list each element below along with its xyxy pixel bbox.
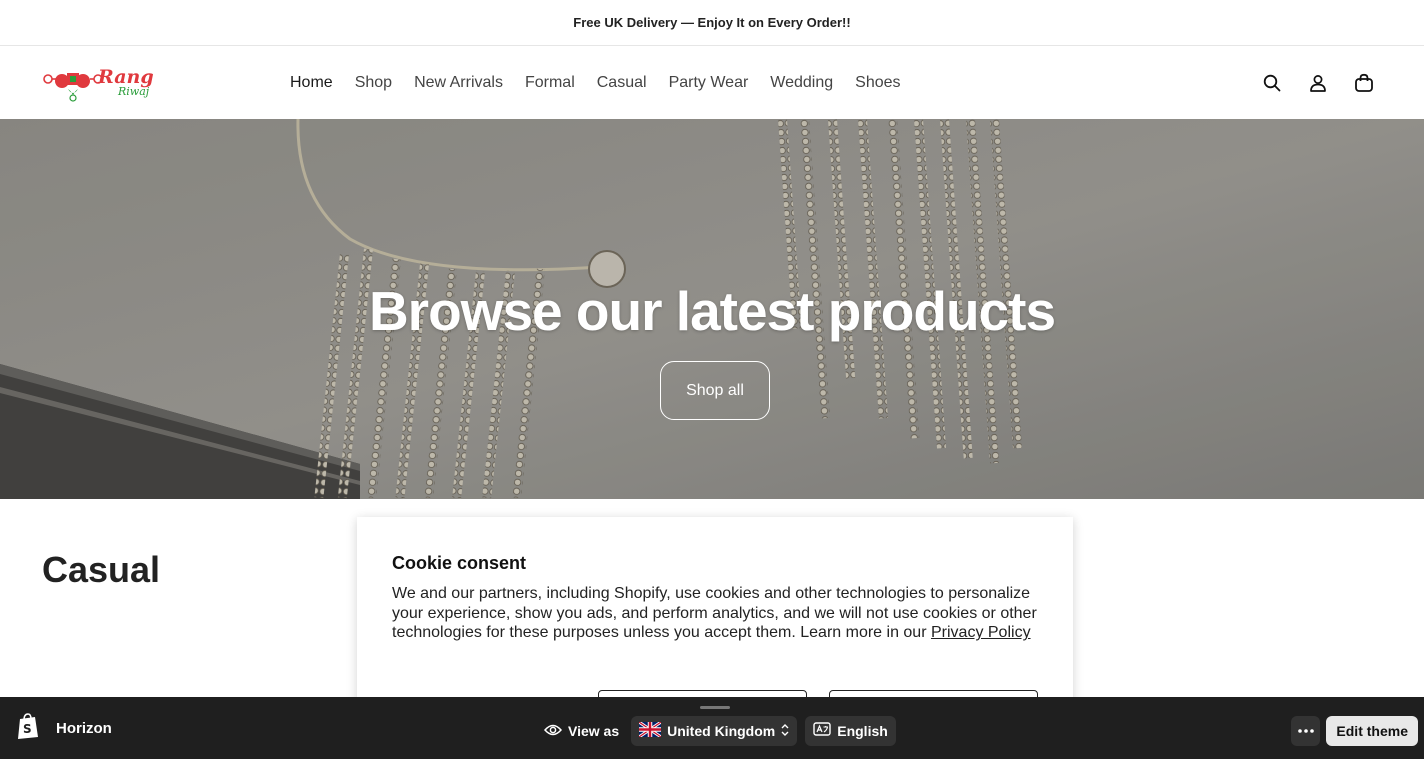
announcement-text: Free UK Delivery — Enjoy It on Every Ord… — [573, 15, 851, 30]
cookie-title: Cookie consent — [392, 553, 527, 573]
shop-all-button[interactable]: Shop all — [660, 361, 770, 420]
nav-item-party-wear[interactable]: Party Wear — [669, 74, 749, 92]
nav-item-shop[interactable]: Shop — [355, 74, 392, 92]
nav-item-casual[interactable]: Casual — [597, 74, 647, 92]
more-options-button[interactable] — [1291, 716, 1321, 746]
country-selector[interactable]: United Kingdom — [631, 716, 798, 746]
privacy-policy-link[interactable]: Privacy Policy — [931, 624, 1031, 641]
nav-item-new-arrivals[interactable]: New Arrivals — [414, 74, 503, 92]
hero-banner: Browse our latest products Shop all — [0, 119, 1424, 499]
theme-name: Horizon — [56, 719, 112, 737]
theme-preview-bar: S Horizon View as United Kingdom English — [0, 697, 1424, 759]
language-label: English — [837, 723, 888, 739]
shopify-bag-icon: S — [16, 712, 40, 744]
hero-title: Browse our latest products — [368, 280, 1056, 342]
eye-icon — [543, 723, 563, 740]
search-icon[interactable] — [1262, 73, 1282, 93]
ellipsis-icon — [1298, 729, 1314, 733]
uk-flag-icon — [638, 720, 662, 740]
nav-item-home[interactable]: Home — [290, 74, 333, 92]
cookie-consent-dialog: Cookie consent We and our partners, incl… — [357, 517, 1073, 730]
view-as: View as — [543, 723, 620, 740]
header-actions — [1262, 46, 1374, 119]
preview-actions: Edit theme — [1291, 716, 1418, 746]
chevron-up-down-icon — [781, 723, 789, 740]
preview-controls: View as United Kingdom English — [543, 716, 896, 746]
section-title-casual: Casual — [42, 549, 161, 590]
nav-item-wedding[interactable]: Wedding — [770, 74, 833, 92]
cookie-body: We and our partners, including Shopify, … — [392, 584, 1037, 643]
announcement-bar: Free UK Delivery — Enjoy It on Every Ord… — [0, 0, 1424, 46]
logo-mark-icon: Rang Riwaj — [43, 66, 154, 102]
nav-item-shoes[interactable]: Shoes — [855, 74, 900, 92]
theme-info: S Horizon — [16, 697, 112, 759]
country-label: United Kingdom — [667, 723, 776, 739]
language-selector[interactable]: English — [805, 716, 896, 746]
account-icon[interactable] — [1308, 73, 1328, 93]
site-header: Rang Riwaj Home Shop New Arrivals Formal… — [0, 46, 1424, 119]
view-as-label: View as — [568, 723, 620, 739]
translate-icon — [813, 721, 831, 741]
store-logo[interactable]: Rang Riwaj — [42, 61, 160, 105]
cart-icon[interactable] — [1354, 73, 1374, 93]
edit-theme-button[interactable]: Edit theme — [1326, 716, 1418, 746]
svg-text:Riwaj: Riwaj — [117, 85, 150, 98]
nav-item-formal[interactable]: Formal — [525, 74, 575, 92]
main-nav: Home Shop New Arrivals Formal Casual Par… — [290, 46, 923, 119]
svg-text:S: S — [23, 722, 32, 736]
drag-handle[interactable] — [700, 706, 730, 709]
